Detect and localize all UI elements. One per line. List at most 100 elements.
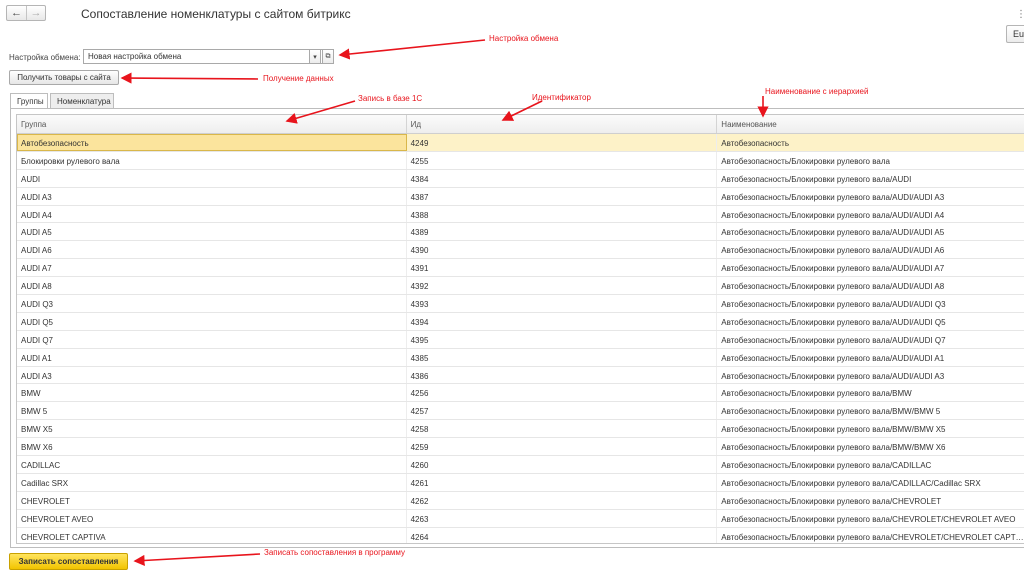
- table-row[interactable]: CHEVROLET 4262 Автобезопасность/Блокировки…: [17, 491, 1024, 510]
- name-cell[interactable]: Автобезопасность/Блокировки рулевого вал…: [717, 528, 1024, 543]
- group-cell[interactable]: AUDI A6: [17, 241, 407, 259]
- tab-nomenclature[interactable]: Номенклатура: [50, 93, 114, 108]
- table-row[interactable]: AUDI A3 4386 Автобезопасность/Блокировки р…: [17, 366, 1024, 385]
- corner-button[interactable]: Eu: [1006, 25, 1024, 43]
- id-cell[interactable]: 4387: [407, 187, 718, 205]
- table-row[interactable]: Автобезопасность 4249 Автобезопасность: [17, 134, 1024, 152]
- table-row[interactable]: BMW 5 4257 Автобезопасность/Блокировки рул…: [17, 402, 1024, 421]
- name-cell[interactable]: Автобезопасность/Блокировки рулевого вал…: [717, 456, 1024, 473]
- name-cell[interactable]: Автобезопасность/Блокировки рулевого вал…: [717, 402, 1024, 419]
- table-row[interactable]: BMW X5 4258 Автобезопасность/Блокировки ру…: [17, 420, 1024, 439]
- id-cell[interactable]: 4388: [407, 205, 718, 223]
- name-cell[interactable]: Автобезопасность/Блокировки рулевого вал…: [717, 331, 1024, 348]
- id-cell[interactable]: 4249: [407, 134, 718, 151]
- table-row[interactable]: AUDI Q5 4394 Автобезопасность/Блокировки р…: [17, 312, 1024, 331]
- name-cell[interactable]: Автобезопасность/Блокировки рулевого вал…: [717, 170, 1024, 187]
- vertical-dots-icon[interactable]: ⋮: [1016, 9, 1024, 20]
- column-header-group[interactable]: Группа: [17, 115, 407, 133]
- group-cell[interactable]: Автобезопасность: [17, 134, 407, 151]
- group-cell[interactable]: AUDI A1: [17, 348, 407, 366]
- table-row[interactable]: AUDI A3 4387 Автобезопасность/Блокировки р…: [17, 187, 1024, 206]
- id-cell[interactable]: 4259: [407, 438, 718, 456]
- name-cell[interactable]: Автобезопасность/Блокировки рулевого вал…: [717, 188, 1024, 205]
- id-cell[interactable]: 4395: [407, 330, 718, 348]
- name-cell[interactable]: Автобезопасность: [717, 134, 1024, 151]
- group-cell[interactable]: Блокировки рулевого вала: [17, 151, 407, 169]
- name-cell[interactable]: Автобезопасность/Блокировки рулевого вал…: [717, 384, 1024, 401]
- table-row[interactable]: BMW 4256 Автобезопасность/Блокировки рулев…: [17, 384, 1024, 403]
- settings-dropdown-button[interactable]: ▾: [309, 49, 321, 64]
- id-cell[interactable]: 4385: [407, 348, 718, 366]
- id-cell[interactable]: 4264: [407, 527, 718, 543]
- column-header-id[interactable]: Ид: [407, 115, 718, 133]
- name-cell[interactable]: Автобезопасность/Блокировки рулевого вал…: [717, 206, 1024, 223]
- table-row[interactable]: AUDI 4384 Автобезопасность/Блокировки руле…: [17, 169, 1024, 188]
- id-cell[interactable]: 4255: [407, 151, 718, 169]
- table-row[interactable]: Блокировки рулевого вала 4255 Автобезопасн…: [17, 151, 1024, 170]
- id-cell[interactable]: 4261: [407, 473, 718, 491]
- id-cell[interactable]: 4258: [407, 420, 718, 438]
- id-cell[interactable]: 4386: [407, 366, 718, 384]
- id-cell[interactable]: 4390: [407, 241, 718, 259]
- name-cell[interactable]: Автобезопасность/Блокировки рулевого вал…: [717, 349, 1024, 366]
- id-cell[interactable]: 4256: [407, 384, 718, 402]
- group-cell[interactable]: AUDI A5: [17, 223, 407, 241]
- group-cell[interactable]: AUDI A3: [17, 366, 407, 384]
- table-row[interactable]: AUDI A4 4388 Автобезопасность/Блокировки р…: [17, 205, 1024, 224]
- group-cell[interactable]: AUDI Q3: [17, 295, 407, 312]
- back-button[interactable]: ←: [7, 6, 26, 20]
- group-cell[interactable]: AUDI A4: [17, 205, 407, 223]
- id-cell[interactable]: 4392: [407, 277, 718, 295]
- group-cell[interactable]: CADILLAC: [17, 456, 407, 473]
- table-row[interactable]: AUDI A7 4391 Автобезопасность/Блокировки р…: [17, 259, 1024, 278]
- name-cell[interactable]: Автобезопасность/Блокировки рулевого вал…: [717, 277, 1024, 294]
- column-header-name[interactable]: Наименование: [717, 115, 1024, 133]
- table-row[interactable]: AUDI Q3 4393 Автобезопасность/Блокировки р…: [17, 295, 1024, 313]
- name-cell[interactable]: Автобезопасность/Блокировки рулевого вал…: [717, 510, 1024, 527]
- table-row[interactable]: AUDI A1 4385 Автобезопасность/Блокировки р…: [17, 348, 1024, 367]
- group-cell[interactable]: AUDI A8: [17, 277, 407, 295]
- name-cell[interactable]: Автобезопасность/Блокировки рулевого вал…: [717, 438, 1024, 455]
- group-cell[interactable]: BMW: [17, 384, 407, 402]
- name-cell[interactable]: Автобезопасность/Блокировки рулевого вал…: [717, 492, 1024, 509]
- id-cell[interactable]: 4394: [407, 312, 718, 330]
- id-cell[interactable]: 4260: [407, 456, 718, 473]
- table-row[interactable]: Cadillac SRX 4261 Автобезопасность/Блокиро…: [17, 473, 1024, 492]
- group-cell[interactable]: BMW 5: [17, 402, 407, 420]
- table-row[interactable]: AUDI A5 4389 Автобезопасность/Блокировки р…: [17, 223, 1024, 242]
- group-cell[interactable]: Cadillac SRX: [17, 473, 407, 491]
- table-row[interactable]: AUDI Q7 4395 Автобезопасность/Блокировки р…: [17, 330, 1024, 349]
- table-row[interactable]: CHEVROLET AVEO 4263 Автобезопасность/Блоки…: [17, 509, 1024, 528]
- name-cell[interactable]: Автобезопасность/Блокировки рулевого вал…: [717, 367, 1024, 384]
- table-row[interactable]: AUDI A8 4392 Автобезопасность/Блокировки р…: [17, 277, 1024, 296]
- id-cell[interactable]: 4391: [407, 259, 718, 277]
- id-cell[interactable]: 4257: [407, 402, 718, 420]
- name-cell[interactable]: Автобезопасность/Блокировки рулевого вал…: [717, 474, 1024, 491]
- exchange-settings-field[interactable]: Новая настройка обмена: [83, 49, 323, 64]
- id-cell[interactable]: 4262: [407, 491, 718, 509]
- group-cell[interactable]: CHEVROLET CAPTIVA: [17, 527, 407, 543]
- group-cell[interactable]: BMW X5: [17, 420, 407, 438]
- name-cell[interactable]: Автобезопасность/Блокировки рулевого вал…: [717, 259, 1024, 276]
- group-cell[interactable]: CHEVROLET AVEO: [17, 509, 407, 527]
- group-cell[interactable]: AUDI A3: [17, 187, 407, 205]
- save-mappings-button[interactable]: Записать сопоставления: [9, 553, 128, 570]
- id-cell[interactable]: 4389: [407, 223, 718, 241]
- name-cell[interactable]: Автобезопасность/Блокировки рулевого вал…: [717, 313, 1024, 330]
- group-cell[interactable]: AUDI A7: [17, 259, 407, 277]
- group-cell[interactable]: AUDI: [17, 169, 407, 187]
- id-cell[interactable]: 4393: [407, 295, 718, 312]
- group-cell[interactable]: AUDI Q7: [17, 330, 407, 348]
- group-cell[interactable]: CHEVROLET: [17, 491, 407, 509]
- name-cell[interactable]: Автобезопасность/Блокировки рулевого вал…: [717, 420, 1024, 437]
- table-row[interactable]: CHEVROLET CAPTIVA 4264 Автобезопасность/Бл…: [17, 527, 1024, 543]
- fetch-products-button[interactable]: Получить товары с сайта: [9, 70, 119, 85]
- table-row[interactable]: CADILLAC 4260 Автобезопасность/Блокировки …: [17, 456, 1024, 474]
- name-cell[interactable]: Автобезопасность/Блокировки рулевого вал…: [717, 223, 1024, 240]
- table-row[interactable]: BMW X6 4259 Автобезопасность/Блокировки ру…: [17, 438, 1024, 457]
- group-cell[interactable]: AUDI Q5: [17, 312, 407, 330]
- name-cell[interactable]: Автобезопасность/Блокировки рулевого вал…: [717, 295, 1024, 312]
- forward-button[interactable]: →: [26, 6, 45, 20]
- name-cell[interactable]: Автобезопасность/Блокировки рулевого вал…: [717, 241, 1024, 258]
- table-row[interactable]: AUDI A6 4390 Автобезопасность/Блокировки р…: [17, 241, 1024, 260]
